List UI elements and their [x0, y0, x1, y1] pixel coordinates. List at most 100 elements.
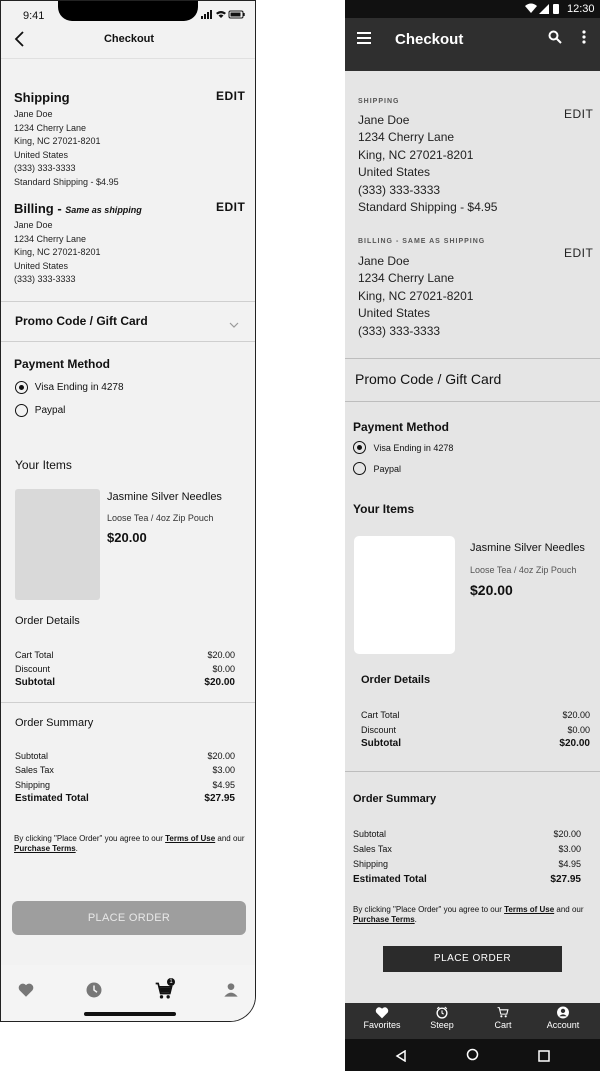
- home-icon[interactable]: [466, 1048, 479, 1066]
- toolbar: Checkout: [345, 18, 600, 71]
- table-row: Discount $0.00: [361, 724, 590, 735]
- radio-selected-icon[interactable]: [15, 381, 28, 394]
- order-summary-title: Order Summary: [353, 793, 437, 805]
- nav-account[interactable]: Account: [531, 1006, 595, 1030]
- shipping-edit-button[interactable]: EDIT: [216, 89, 245, 103]
- search-icon[interactable]: [548, 30, 562, 49]
- android-phone: 12:30 Checkout SHIPPING EDIT Jane Doe 123…: [345, 0, 600, 1071]
- terms-of-use-link[interactable]: Terms of Use: [504, 905, 554, 914]
- nav-steep[interactable]: Steep: [410, 1006, 474, 1030]
- table-row: Subtotal $20.00: [361, 738, 590, 749]
- alarm-icon: [436, 1006, 448, 1019]
- billing-edit-button[interactable]: EDIT: [216, 200, 245, 214]
- product-image[interactable]: [354, 536, 455, 654]
- terms-of-use-link[interactable]: Terms of Use: [165, 834, 215, 843]
- user-icon[interactable]: [223, 981, 243, 1001]
- order-details-title: Order Details: [361, 674, 431, 686]
- order-details-title: Order Details: [15, 615, 80, 627]
- terms-text: By clicking "Place Order" you agree to o…: [353, 905, 584, 924]
- shipping-address: Jane Doe 1234 Cherry Lane King, NC 27021-8…: [14, 109, 119, 187]
- signal-wifi-battery-icon: [201, 10, 245, 19]
- more-vert-icon[interactable]: [582, 30, 586, 49]
- your-items-title: Your Items: [15, 458, 72, 472]
- table-row: Sales Tax $3.00: [15, 765, 235, 776]
- chevron-down-icon: [229, 316, 239, 334]
- account-icon: [557, 1006, 569, 1019]
- payment-method-title: Payment Method: [353, 420, 450, 434]
- divider: [345, 401, 600, 402]
- cart-badge: 1: [167, 978, 175, 986]
- order-details-table: Cart Total $20.00 Discount $0.00 Subtotal $…: [15, 648, 235, 690]
- table-row: Sales Tax $3.00: [353, 844, 581, 854]
- nav-bar: Checkout: [1, 23, 255, 59]
- promo-code-label: Promo Code / Gift Card: [15, 314, 148, 328]
- order-summary-title: Order Summary: [15, 717, 94, 729]
- phone-notch: [58, 1, 198, 21]
- payment-option-visa[interactable]: Visa Ending in 4278: [15, 381, 124, 394]
- divider: [345, 771, 600, 772]
- payment-method-title: Payment Method: [14, 357, 111, 371]
- status-bar: 12:30: [345, 0, 600, 18]
- table-row: Discount $0.00: [15, 664, 235, 674]
- order-summary-table: Subtotal $20.00 Sales Tax $3.00 Shipping $4…: [15, 749, 235, 806]
- product-name[interactable]: Jasmine Silver Needles: [107, 491, 222, 503]
- table-row: Cart Total $20.00: [361, 710, 590, 720]
- bottom-navigation: Favorites Steep Cart Account: [345, 1003, 600, 1039]
- purchase-terms-link[interactable]: Purchase Terms: [353, 915, 415, 924]
- back-icon[interactable]: [395, 1049, 407, 1067]
- status-icons: [525, 3, 565, 18]
- payment-option-visa[interactable]: Visa Ending in 4278: [353, 441, 453, 454]
- place-order-button[interactable]: PLACE ORDER: [12, 901, 246, 935]
- payment-option-paypal[interactable]: Paypal: [15, 404, 65, 417]
- table-row: Subtotal $20.00: [15, 751, 235, 761]
- system-navigation: [345, 1039, 600, 1071]
- status-time: 12:30: [567, 3, 595, 15]
- radio-selected-icon[interactable]: [353, 441, 366, 454]
- table-row: Shipping $4.95: [353, 859, 581, 869]
- divider: [345, 358, 600, 359]
- home-indicator: [84, 1012, 176, 1016]
- heart-icon: [375, 1007, 389, 1019]
- purchase-terms-link[interactable]: Purchase Terms: [14, 844, 76, 853]
- cart-icon[interactable]: 1: [154, 978, 175, 1001]
- clock-icon[interactable]: [85, 981, 105, 1001]
- table-row: Estimated Total $27.95: [15, 792, 235, 804]
- radio-unselected-icon[interactable]: [15, 404, 28, 417]
- product-price: $20.00: [470, 582, 513, 598]
- table-row: Estimated Total $27.95: [353, 874, 581, 885]
- billing-address: Jane Doe 1234 Cherry Lane King, NC 27021-8…: [358, 254, 474, 338]
- heart-icon[interactable]: [17, 981, 37, 1001]
- page-title: Checkout: [395, 31, 464, 48]
- promo-code-row[interactable]: Promo Code / Gift Card: [1, 302, 255, 341]
- payment-option-paypal[interactable]: Paypal: [353, 462, 401, 475]
- place-order-button[interactable]: PLACE ORDER: [383, 946, 562, 972]
- order-details-table: Cart Total $20.00 Discount $0.00 Subtotal $…: [361, 708, 590, 752]
- table-row: Shipping $4.95: [15, 779, 235, 790]
- divider: [1, 702, 255, 703]
- shipping-edit-button[interactable]: EDIT: [564, 107, 593, 121]
- order-summary-table: Subtotal $20.00 Sales Tax $3.00 Shipping $4…: [353, 827, 581, 887]
- shipping-address: Jane Doe 1234 Cherry Lane King, NC 27021-8…: [358, 113, 498, 215]
- your-items-title: Your Items: [353, 502, 415, 516]
- status-icons: [201, 10, 245, 22]
- table-row: Subtotal $20.00: [353, 829, 581, 839]
- product-price: $20.00: [107, 530, 147, 545]
- menu-icon[interactable]: [357, 31, 373, 50]
- recents-icon[interactable]: [538, 1049, 550, 1067]
- billing-address: Jane Doe 1234 Cherry Lane King, NC 27021-8…: [14, 220, 101, 285]
- promo-code-row[interactable]: Promo Code / Gift Card: [355, 371, 501, 387]
- billing-title: Billing - Same as shipping: [14, 201, 142, 216]
- status-time: 9:41: [23, 10, 45, 22]
- radio-unselected-icon[interactable]: [353, 462, 366, 475]
- shipping-title: Shipping: [14, 90, 70, 105]
- product-description: Loose Tea / 4oz Zip Pouch: [470, 565, 577, 575]
- product-name[interactable]: Jasmine Silver Needles: [470, 542, 585, 554]
- billing-edit-button[interactable]: EDIT: [564, 246, 593, 260]
- nav-cart[interactable]: Cart: [471, 1006, 535, 1030]
- nav-favorites[interactable]: Favorites: [350, 1006, 414, 1030]
- table-row: Cart Total $20.00: [15, 650, 235, 660]
- divider: [1, 341, 255, 342]
- shipping-label: SHIPPING: [358, 98, 400, 105]
- terms-text: By clicking "Place Order" you agree to o…: [14, 834, 245, 853]
- product-image[interactable]: [15, 489, 100, 600]
